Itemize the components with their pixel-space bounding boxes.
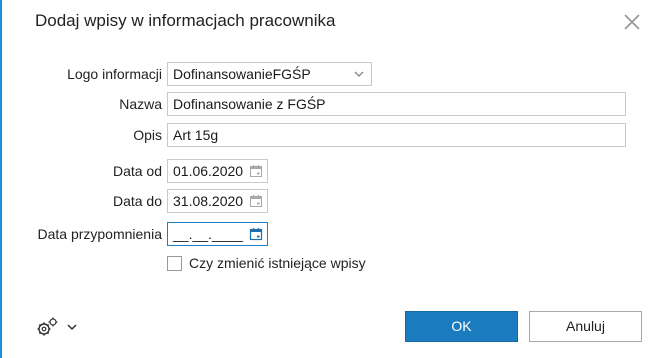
calendar-icon[interactable] bbox=[249, 227, 263, 241]
date-to-value: 31.08.2020 bbox=[173, 193, 244, 209]
date-from-input[interactable]: 01.06.2020 bbox=[167, 159, 268, 183]
reminder-date-mask: __.__.____ bbox=[173, 226, 244, 242]
date-to-input[interactable]: 31.08.2020 bbox=[167, 189, 268, 213]
name-row: Nazwa Dofinansowanie z FGŚP bbox=[2, 92, 654, 116]
calendar-icon[interactable] bbox=[249, 194, 263, 208]
date-from-value: 01.06.2020 bbox=[173, 163, 244, 179]
logo-label: Logo informacji bbox=[67, 66, 162, 82]
overwrite-label[interactable]: Czy zmienić istniejące wpisy bbox=[189, 255, 366, 272]
desc-label: Opis bbox=[133, 127, 162, 143]
date-from-label: Data od bbox=[112, 163, 162, 179]
desc-input[interactable]: Art 15g bbox=[167, 123, 626, 147]
name-label: Nazwa bbox=[119, 96, 162, 112]
dialog-title: Dodaj wpisy w informacjach pracownika bbox=[35, 11, 336, 30]
dialog: Dodaj wpisy w informacjach pracownika Lo… bbox=[0, 0, 654, 358]
reminder-row: Data przypomnienia __.__.____ bbox=[2, 222, 654, 246]
gears-icon[interactable] bbox=[35, 316, 81, 338]
close-icon[interactable] bbox=[622, 12, 642, 32]
calendar-icon[interactable] bbox=[249, 164, 263, 178]
date-to-row: Data do 31.08.2020 bbox=[2, 189, 654, 213]
name-input[interactable]: Dofinansowanie z FGŚP bbox=[167, 92, 626, 116]
date-from-row: Data od 01.06.2020 bbox=[2, 159, 654, 183]
cancel-button[interactable]: Anuluj bbox=[529, 311, 642, 342]
logo-select-value: DofinansowanieFGŚP bbox=[173, 66, 311, 82]
overwrite-checkbox[interactable] bbox=[167, 256, 182, 271]
reminder-date-input[interactable]: __.__.____ bbox=[167, 222, 268, 246]
ok-button[interactable]: OK bbox=[405, 311, 518, 342]
logo-row: Logo informacji DofinansowanieFGŚP bbox=[2, 62, 654, 86]
date-to-label: Data do bbox=[112, 193, 162, 209]
desc-row: Opis Art 15g bbox=[2, 123, 654, 147]
reminder-label: Data przypomnienia bbox=[37, 226, 162, 242]
chevron-down-icon bbox=[354, 71, 364, 77]
logo-select[interactable]: DofinansowanieFGŚP bbox=[167, 62, 372, 86]
